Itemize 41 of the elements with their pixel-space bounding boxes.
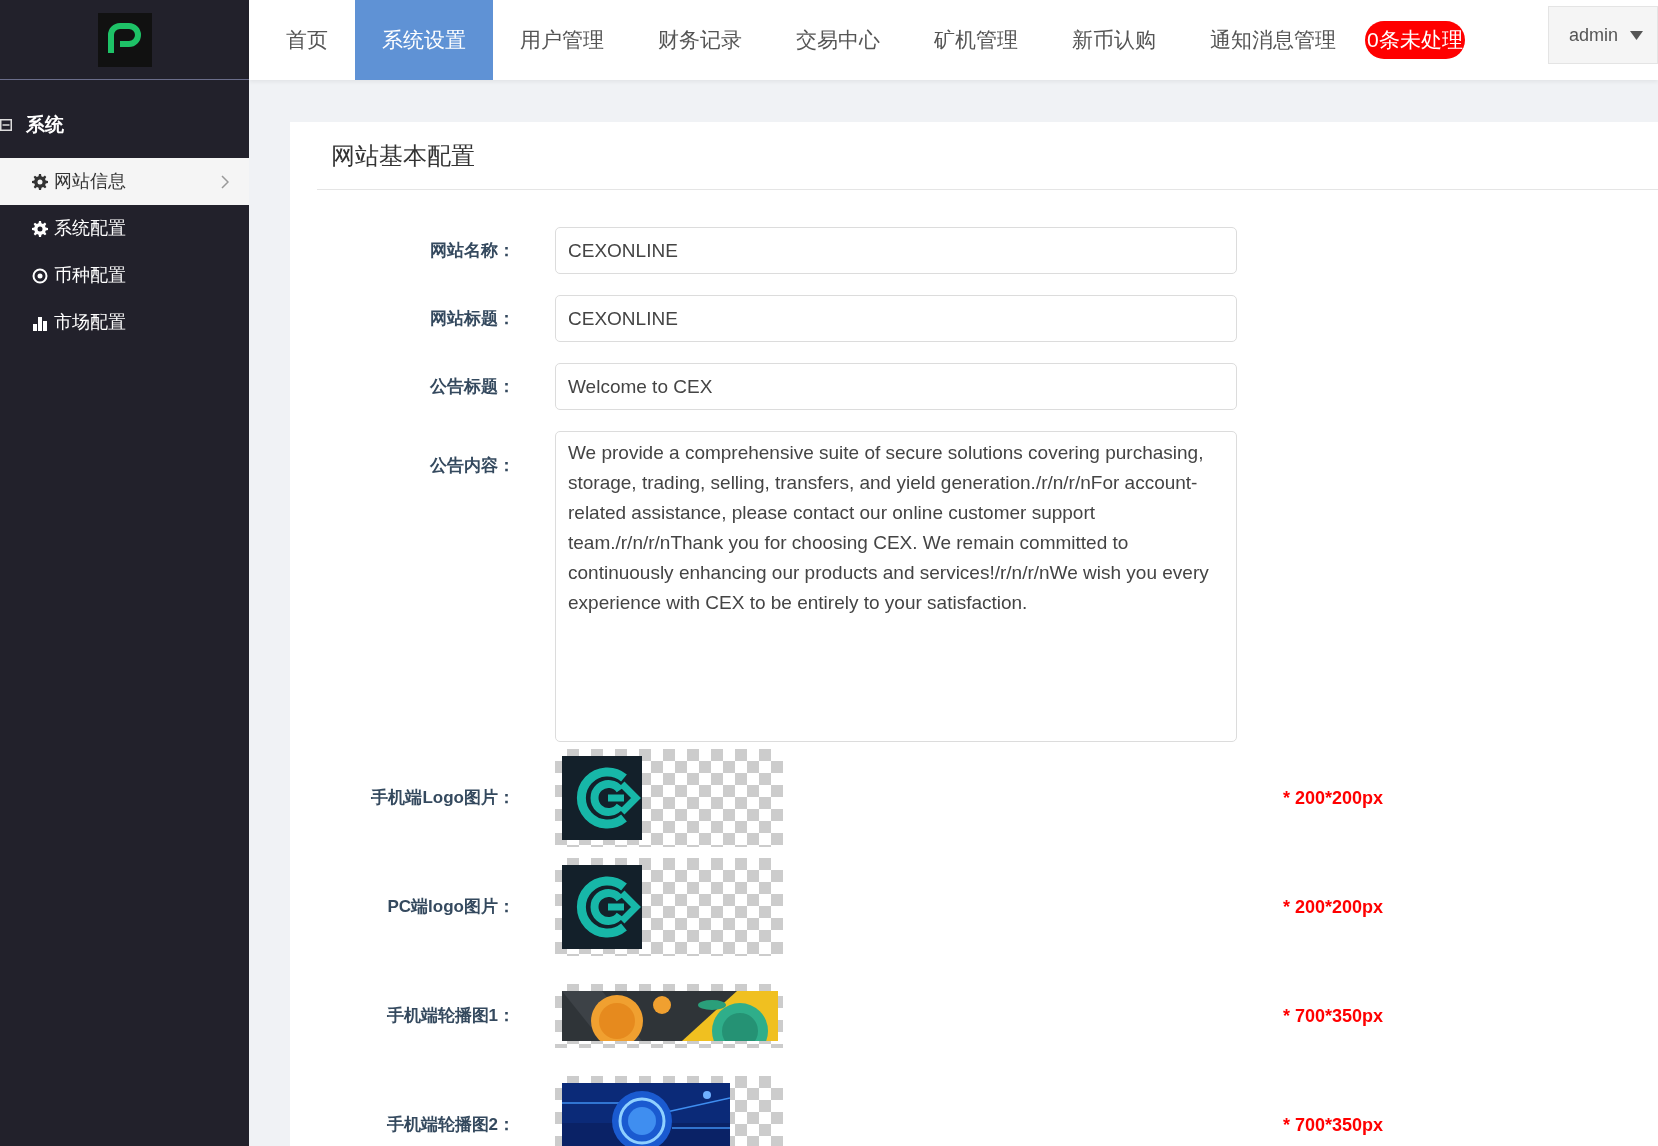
- logo-icon: [562, 865, 642, 949]
- size-hint: * 200*200px: [1282, 895, 1383, 919]
- size-hint: * 700*350px: [1282, 1004, 1383, 1028]
- nav-tab[interactable]: 交易中心: [769, 0, 907, 80]
- field-label: 手机端Logo图片：: [371, 787, 515, 810]
- card-title: 网站基本配置: [331, 140, 475, 171]
- sidebar-item[interactable]: 系统配置: [0, 205, 249, 252]
- gear-icon: [32, 220, 48, 237]
- text-field[interactable]: CEXONLINE: [555, 295, 1237, 342]
- field-label: PC端logo图片：: [387, 896, 515, 919]
- text-area[interactable]: We provide a comprehensive suite of secure solutions covering purchasing, storage, trading, selling, transfers, and yield generation./r/n/r/nFor account-related assistance, please contact our online customer support team./r/n/r/nThank you for choosing CEX. We remain committed to continuously enhancing our products and services!/r/n/r/nWe wish you every experience with CEX to be entirely to your satisfaction.: [555, 431, 1237, 742]
- logo-icon[interactable]: [97, 12, 152, 67]
- nav-tab[interactable]: 财务记录: [631, 0, 769, 80]
- collapse-icon[interactable]: [0, 119, 12, 131]
- nav-tab[interactable]: 矿机管理: [907, 0, 1045, 80]
- text-field[interactable]: Welcome to CEX: [555, 363, 1237, 410]
- field-label: 手机端轮播图1：: [386, 1005, 515, 1028]
- field-label: 公告内容：: [430, 455, 515, 477]
- field-label: 网站名称：: [430, 239, 515, 262]
- chevron-right-icon: [221, 174, 229, 189]
- sidebar-item[interactable]: 币种配置: [0, 252, 249, 299]
- sidebar-item[interactable]: 市场配置: [0, 299, 249, 346]
- size-hint: * 200*200px: [1282, 786, 1383, 810]
- sidebar-group-title[interactable]: 系统: [26, 110, 64, 140]
- field-label: 网站标题：: [430, 307, 515, 330]
- field-label: 公告标题：: [430, 375, 515, 398]
- size-hint: * 700*350px: [1282, 1113, 1383, 1137]
- nav-tab[interactable]: 用户管理: [493, 0, 631, 80]
- field-label: 手机端轮播图2：: [386, 1114, 515, 1137]
- text-field[interactable]: CEXONLINE: [555, 227, 1237, 274]
- user-menu[interactable]: admin: [1548, 6, 1658, 64]
- target-icon: [32, 267, 48, 284]
- nav-tab[interactable]: 通知消息管理: [1183, 0, 1363, 80]
- nav-tab[interactable]: 首页: [259, 0, 355, 80]
- bar-chart-icon: [32, 314, 48, 331]
- logo-icon: [562, 756, 642, 840]
- nav-tab[interactable]: 新币认购: [1045, 0, 1183, 80]
- sidebar-item[interactable]: 网站信息: [0, 158, 249, 205]
- pending-badge[interactable]: 0条未处理: [1365, 21, 1465, 59]
- caret-icon: [1630, 30, 1644, 40]
- gear-icon: [32, 173, 48, 190]
